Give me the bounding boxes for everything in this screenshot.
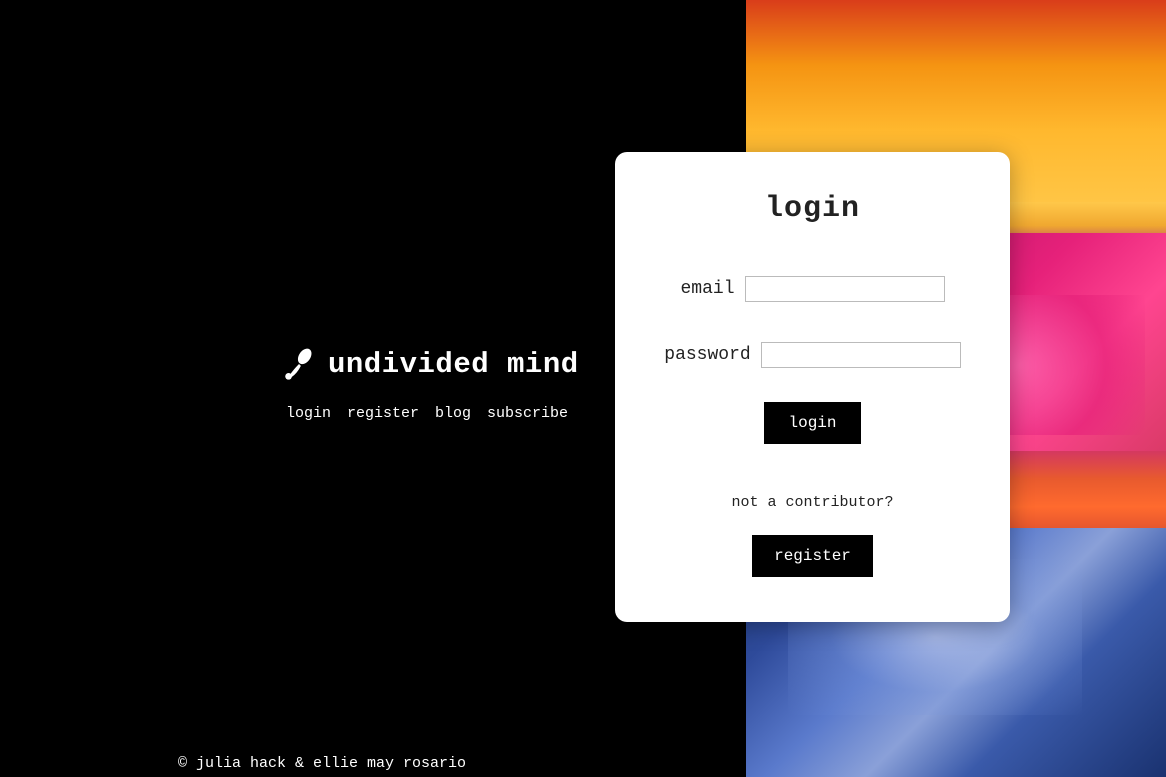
password-input[interactable] (761, 342, 961, 368)
nav-blog-link[interactable]: blog (435, 405, 471, 422)
register-button[interactable]: register (752, 535, 873, 577)
footer-copyright: © julia hack & ellie may rosario (178, 755, 466, 772)
paintbrush-icon (280, 345, 318, 383)
email-input[interactable] (745, 276, 945, 302)
brand-area: undivided mind login register blog subsc… (280, 345, 579, 422)
email-row: email (645, 276, 980, 302)
nav-links: login register blog subscribe (280, 405, 579, 422)
nav-login-link[interactable]: login (286, 405, 331, 422)
nav-subscribe-link[interactable]: subscribe (487, 405, 568, 422)
brand-row: undivided mind (280, 345, 579, 383)
not-contributor-text: not a contributor? (731, 494, 893, 511)
login-card-title: login (765, 192, 860, 226)
password-label: password (664, 345, 750, 365)
nav-register-link[interactable]: register (347, 405, 419, 422)
email-label: email (680, 279, 734, 299)
password-row: password (645, 342, 980, 368)
login-button[interactable]: login (764, 402, 860, 444)
login-card: login email password login not a contrib… (615, 152, 1010, 622)
brand-title: undivided mind (328, 348, 579, 381)
